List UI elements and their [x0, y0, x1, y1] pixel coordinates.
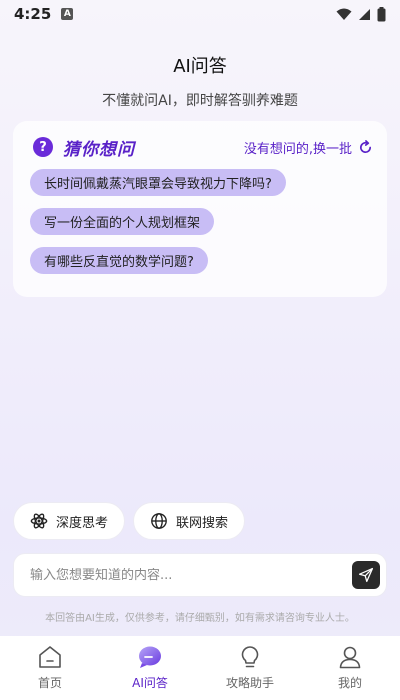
refresh-suggestions-button[interactable]: 没有想问的,换一批 — [244, 138, 373, 157]
question-icon: ? — [33, 137, 53, 157]
tab-ai-qa-label: AI问答 — [132, 676, 168, 690]
bottom-tab-bar: 首页 AI问答 攻略助手 我的 — [0, 636, 400, 700]
signal-icon — [359, 8, 370, 20]
suggestion-title: 猜你想问 — [63, 139, 135, 160]
status-time: 4:25 — [14, 5, 52, 23]
globe-icon — [151, 513, 167, 529]
wifi-icon — [336, 8, 352, 20]
suggestion-title-group: ? 猜你想问 — [33, 135, 135, 160]
tab-home-label: 首页 — [37, 676, 62, 690]
send-button[interactable] — [352, 561, 380, 589]
tab-mine-label: 我的 — [337, 676, 362, 690]
refresh-label: 没有想问的,换一批 — [243, 141, 352, 157]
user-icon — [339, 646, 361, 669]
chat-bubble-icon — [139, 646, 161, 668]
atom-icon — [30, 513, 48, 529]
refresh-icon — [359, 139, 372, 153]
question-input-box — [13, 553, 387, 597]
web-search-label: 联网搜索 — [176, 515, 229, 531]
send-icon — [358, 567, 374, 583]
suggested-question-2[interactable]: 写一份全面的个人规划框架 — [30, 208, 215, 235]
tab-home[interactable]: 首页 — [0, 636, 100, 700]
ai-disclaimer: 本回答由AI生成，仅供参考，请仔细甄别，如有需求请咨询专业人士。 — [45, 613, 355, 624]
suggested-question-3[interactable]: 有哪些反直觉的数学问题? — [30, 247, 208, 274]
tab-ai-qa[interactable]: AI问答 — [100, 636, 200, 700]
page-title: AI问答 — [173, 56, 227, 77]
lightbulb-icon — [241, 646, 259, 668]
question-input[interactable] — [30, 567, 352, 583]
web-search-button[interactable]: 联网搜索 — [133, 502, 246, 540]
battery-icon — [377, 6, 386, 21]
tab-mine[interactable]: 我的 — [300, 636, 400, 700]
status-right — [336, 6, 386, 22]
notification-icon: A — [61, 8, 74, 20]
tab-guide-assistant-label: 攻略助手 — [225, 676, 274, 690]
page-subtitle: 不懂就问AI，即时解答驯养难题 — [102, 93, 298, 109]
suggestion-card: ? 猜你想问 没有想问的,换一批 长时间佩戴蒸汽眼罩会导致视力下降吗? 写一份全… — [13, 121, 387, 297]
status-left: 4:25 A — [14, 5, 74, 23]
status-bar: 4:25 A — [0, 0, 400, 28]
tab-guide-assistant[interactable]: 攻略助手 — [200, 636, 300, 700]
deep-think-label: 深度思考 — [56, 515, 109, 531]
deep-think-button[interactable]: 深度思考 — [13, 502, 126, 540]
suggested-question-1[interactable]: 长时间佩戴蒸汽眼罩会导致视力下降吗? — [30, 169, 286, 196]
suggestion-card-header: ? 猜你想问 没有想问的,换一批 — [33, 135, 373, 160]
home-icon — [39, 646, 61, 668]
